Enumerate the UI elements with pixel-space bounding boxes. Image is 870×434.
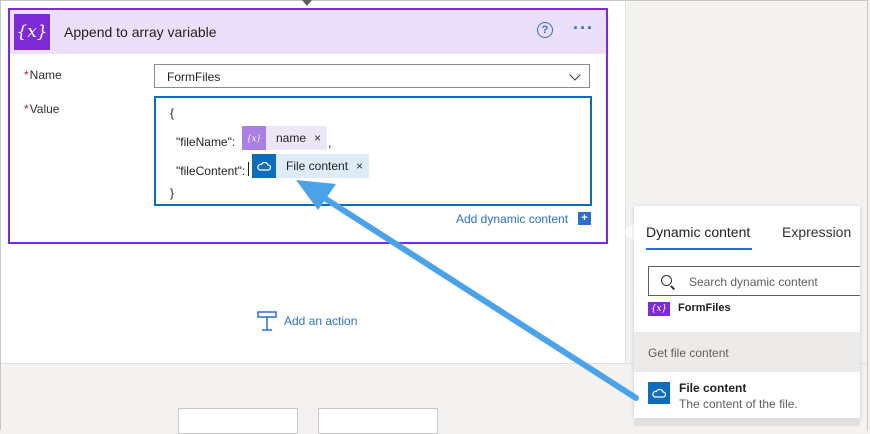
bottom-button-left[interactable] xyxy=(178,408,298,434)
text-caret xyxy=(248,162,249,176)
line1-comma: , xyxy=(328,136,332,150)
dynamic-token-file-content[interactable]: File content × xyxy=(252,154,370,178)
section-header-get-file-content: Get file content xyxy=(634,332,860,372)
filecontent-key: "fileContent": xyxy=(176,164,246,178)
value-label-text: Value xyxy=(29,102,60,116)
add-action-label: Add an action xyxy=(284,314,358,328)
chevron-down-icon xyxy=(569,69,581,81)
variable-icon: {x} xyxy=(14,14,50,50)
add-dynamic-content-link[interactable]: Add dynamic content xyxy=(456,212,568,226)
card-title: Append to array variable xyxy=(64,24,217,40)
panel-pointer xyxy=(624,222,634,242)
token-remove-icon[interactable]: × xyxy=(356,159,363,173)
token-name-body: name × xyxy=(266,126,328,150)
close-brace: } xyxy=(170,186,175,200)
token-file-content-body: File content × xyxy=(276,154,370,178)
token-file-content-label: File content xyxy=(286,159,349,173)
value-field-label: *Value xyxy=(24,102,59,116)
add-action-icon xyxy=(257,311,277,331)
dynamic-content-panel: Dynamic content Expression Search dynami… xyxy=(634,206,860,418)
search-icon xyxy=(661,275,672,286)
plus-icon[interactable]: + xyxy=(578,212,591,225)
file-content-description: The content of the file. xyxy=(679,397,798,411)
active-tab-indicator xyxy=(646,248,752,250)
bottom-button-right[interactable] xyxy=(318,408,438,434)
name-field-label: *Name xyxy=(24,68,62,82)
add-action-button[interactable]: Add an action xyxy=(256,310,357,332)
card-header[interactable]: {x} Append to array variable ? ··· xyxy=(10,10,606,54)
list-item-file-content[interactable]: File content The content of the file. xyxy=(634,372,860,418)
name-label-text: Name xyxy=(29,68,62,82)
onedrive-cloud-icon xyxy=(252,154,276,178)
panel-scroll-edge xyxy=(634,418,860,426)
section-title: Get file content xyxy=(648,346,729,360)
flow-connector-arrow xyxy=(302,0,312,6)
value-editor[interactable]: { "fileName": {x} name × , "fileContent"… xyxy=(154,96,592,206)
formfiles-label: FormFiles xyxy=(678,302,731,314)
required-mark: * xyxy=(24,68,29,82)
dynamic-token-name[interactable]: {x} name × xyxy=(242,126,328,150)
append-to-array-card: {x} Append to array variable ? ··· *Name… xyxy=(8,8,608,244)
help-circle-icon[interactable]: ? xyxy=(537,22,553,38)
name-dropdown[interactable]: FormFiles xyxy=(154,64,590,88)
canvas-divider xyxy=(625,1,626,363)
search-placeholder: Search dynamic content xyxy=(689,275,818,289)
required-mark: * xyxy=(24,102,29,116)
onedrive-cloud-icon xyxy=(648,382,670,404)
name-dropdown-value: FormFiles xyxy=(167,70,221,84)
ellipsis-icon[interactable]: ··· xyxy=(573,18,594,39)
list-item-formfiles[interactable]: {x} FormFiles xyxy=(634,302,860,332)
tab-dynamic-content[interactable]: Dynamic content xyxy=(646,224,750,240)
token-remove-icon[interactable]: × xyxy=(314,131,321,145)
filename-key: "fileName": xyxy=(176,135,236,149)
open-brace: { xyxy=(170,106,175,120)
token-name-label: name xyxy=(276,131,307,145)
file-content-title: File content xyxy=(679,381,747,395)
dynamic-content-search-input[interactable]: Search dynamic content xyxy=(648,266,860,296)
variable-icon: {x} xyxy=(648,302,670,316)
tab-expression[interactable]: Expression xyxy=(782,224,851,240)
variable-icon: {x} xyxy=(242,126,266,150)
